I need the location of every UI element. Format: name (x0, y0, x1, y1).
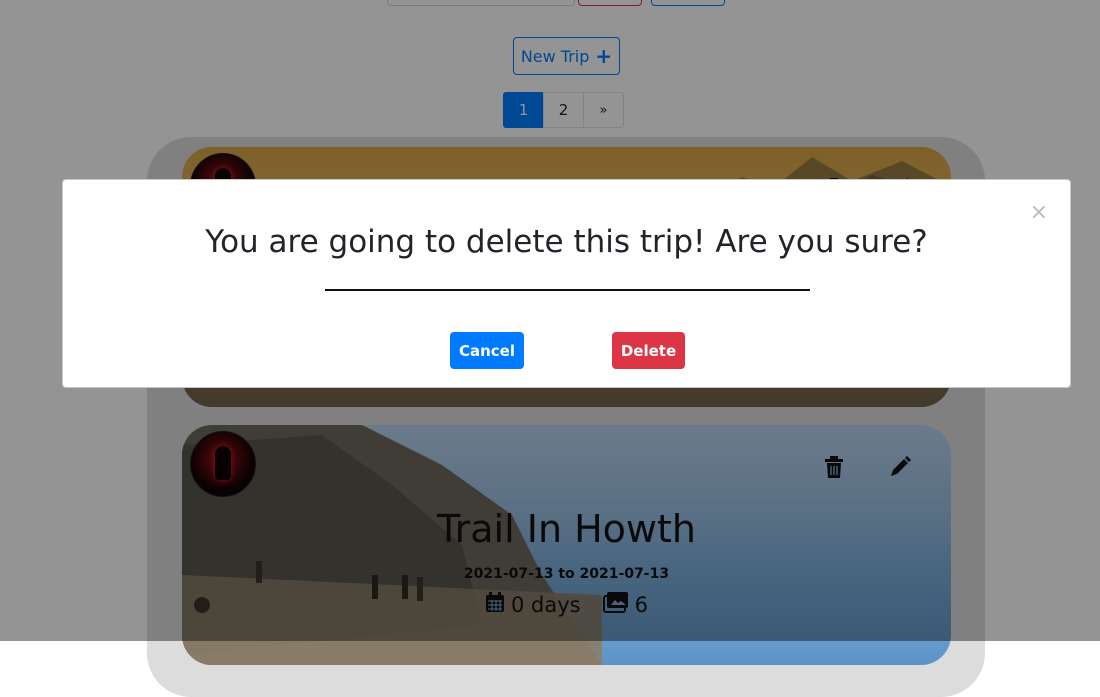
close-icon[interactable]: × (1030, 202, 1048, 224)
modal-title: You are going to delete this trip! Are y… (205, 224, 928, 260)
delete-button[interactable]: Delete (612, 332, 685, 369)
delete-confirm-modal: × You are going to delete this trip! Are… (62, 179, 1071, 388)
page: New Trip + 1 2 » Trail In Howth 2021-07-… (0, 0, 1100, 697)
modal-divider (325, 289, 810, 291)
cancel-button[interactable]: Cancel (450, 332, 524, 369)
